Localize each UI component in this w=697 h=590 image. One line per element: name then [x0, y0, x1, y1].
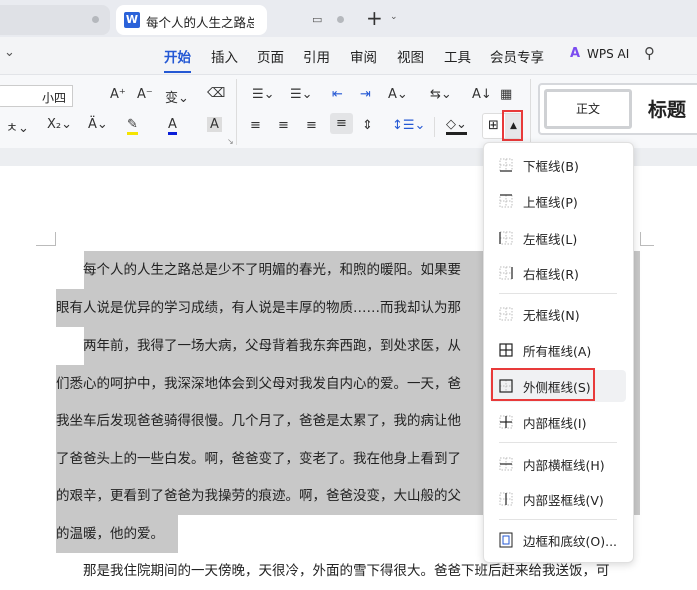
border-left-icon [490, 231, 523, 245]
border-menu-item-inside-v[interactable]: 内部竖框线(V) [490, 483, 626, 515]
menu-item-label: 无框线(N) [523, 307, 580, 323]
tab-bar: W 每个人的人生之路总是少不了明 ▭ + ⌄ [0, 0, 697, 37]
style-gallery: 正文 标题 [538, 83, 697, 135]
style-normal[interactable]: 正文 [544, 89, 632, 129]
wps-writer-icon: W [124, 12, 140, 28]
clear-format-icon[interactable]: ⌫ [207, 86, 225, 101]
chevron-down-icon[interactable]: ⌄ [390, 12, 398, 22]
menu-item-label: 边框和底纹(O)... [523, 533, 618, 549]
tab-document[interactable]: W 每个人的人生之路总是少不了明 ▭ [116, 5, 344, 35]
align-right-icon[interactable]: ≡ [306, 118, 317, 133]
border-none-icon [490, 307, 523, 321]
style-heading[interactable]: 标题 [648, 95, 686, 122]
border-menu-item-none[interactable]: 无框线(N) [490, 298, 626, 330]
border-menu-item-borders-shading[interactable]: 边框和底纹(O)... [490, 524, 626, 556]
annotation-box [491, 368, 595, 401]
menu-item-label: 所有框线(A) [523, 343, 592, 359]
text-direction-icon[interactable]: ⇆⌄ [430, 87, 452, 102]
border-dropdown-menu: 下框线(B) 上框线(P) 左框线(L) 右框线(R) 无框线(N) 所有框线(A) 外侧框… [483, 142, 634, 563]
font-color-icon[interactable]: A [168, 117, 177, 135]
document-line: 的温暖，他的爱。 [56, 515, 178, 553]
align-left-icon[interactable]: ≡ [250, 118, 261, 133]
phonetic-icon[interactable]: 变⌄ [165, 87, 189, 106]
align-center-icon[interactable]: ≡ [278, 118, 289, 133]
menu-item-label: 下框线(B) [523, 158, 579, 174]
new-tab-button[interactable]: + [366, 6, 383, 30]
font-size-value: 小四 [42, 91, 67, 105]
decrease-indent-icon[interactable]: ⇤ [332, 87, 343, 102]
distributed-icon[interactable]: ⇕ [362, 118, 373, 133]
menu-row: ⌄ 开始 插入 页面 引用 审阅 视图 工具 会员专享 A WPS AI ⚲ [0, 37, 697, 74]
menu-references[interactable]: 引用 [303, 46, 330, 66]
increase-font-icon[interactable]: A⁺ [110, 87, 126, 102]
tab-dot [92, 16, 99, 23]
search-icon[interactable]: ⚲ [644, 44, 655, 62]
menu-item-label: 上框线(P) [523, 194, 578, 210]
wps-ai-button[interactable]: WPS AI [587, 47, 629, 61]
menu-insert[interactable]: 插入 [211, 46, 238, 66]
bullet-list-icon[interactable]: ☰⌄ [252, 87, 275, 102]
increase-indent-icon[interactable]: ⇥ [360, 87, 371, 102]
border-menu-item-bottom[interactable]: 下框线(B) [490, 149, 626, 181]
font-size-select[interactable]: 小四 [36, 85, 73, 107]
menu-member[interactable]: 会员专享 [490, 46, 544, 66]
chevron-down-icon[interactable]: ⌄ [4, 45, 15, 60]
border-inside-h-icon [490, 457, 523, 471]
decrease-font-icon[interactable]: A⁻ [137, 87, 153, 102]
border-icon: ⊞ [488, 118, 499, 133]
justify-icon[interactable]: ≡ [330, 113, 353, 134]
menu-item-label: 右框线(R) [523, 266, 579, 282]
border-menu-item-all[interactable]: 所有框线(A) [490, 334, 626, 366]
subscript-icon[interactable]: X₂⌄ [47, 117, 72, 132]
wps-ai-icon: A [570, 46, 581, 61]
border-menu-item-left[interactable]: 左框线(L) [490, 222, 626, 254]
border-menu-item-inside[interactable]: 内部框线(I) [490, 406, 626, 438]
table-icon[interactable]: ▦ [500, 87, 512, 102]
border-inside-icon [490, 415, 523, 429]
menu-view[interactable]: 视图 [397, 46, 424, 66]
menu-tools[interactable]: 工具 [444, 46, 471, 66]
border-menu-item-right[interactable]: 右框线(R) [490, 257, 626, 289]
dialog-launcher-icon[interactable]: ↘ [227, 137, 234, 146]
menu-review[interactable]: 审阅 [350, 46, 377, 66]
highlight-icon[interactable]: ✎ [127, 117, 138, 135]
char-shading-icon[interactable]: A [207, 117, 222, 132]
menu-page[interactable]: 页面 [257, 46, 284, 66]
border-menu-item-top[interactable]: 上框线(P) [490, 185, 626, 217]
char-spacing-icon[interactable]: A⌄ [388, 87, 408, 102]
annotation-box [502, 110, 523, 141]
monitor-icon: ▭ [312, 13, 323, 26]
border-all-icon [490, 343, 523, 357]
border-right-icon [490, 266, 523, 280]
tab-dot [337, 16, 344, 23]
text-effect-icon[interactable]: ㅊ⌄ [6, 117, 29, 136]
menu-item-label: 左框线(L) [523, 231, 578, 247]
menu-item-label: 内部竖框线(V) [523, 492, 604, 508]
numbered-list-icon[interactable]: ☰⌄ [290, 87, 313, 102]
border-inside-v-icon [490, 492, 523, 506]
menu-home[interactable]: 开始 [164, 46, 191, 73]
line-spacing-icon[interactable]: ↕☰⌄ [392, 118, 425, 133]
border-menu-item-inside-h[interactable]: 内部横框线(H) [490, 448, 626, 480]
menu-separator [499, 293, 617, 294]
sort-icon[interactable]: A↓ [472, 87, 492, 102]
tab-title: 每个人的人生之路总是少不了明 [146, 15, 254, 30]
menu-separator [499, 442, 617, 443]
border-bottom-icon [490, 158, 523, 172]
border-borders-shading-icon [490, 532, 523, 548]
menu-item-label: 内部横框线(H) [523, 457, 605, 473]
menu-separator [499, 519, 617, 520]
shading-icon[interactable]: ◇⌄ [446, 117, 467, 135]
border-top-icon [490, 194, 523, 208]
menu-item-label: 内部框线(I) [523, 415, 587, 431]
text-outline-icon[interactable]: Ä⌄ [88, 117, 108, 132]
tab-inactive[interactable] [0, 5, 110, 35]
